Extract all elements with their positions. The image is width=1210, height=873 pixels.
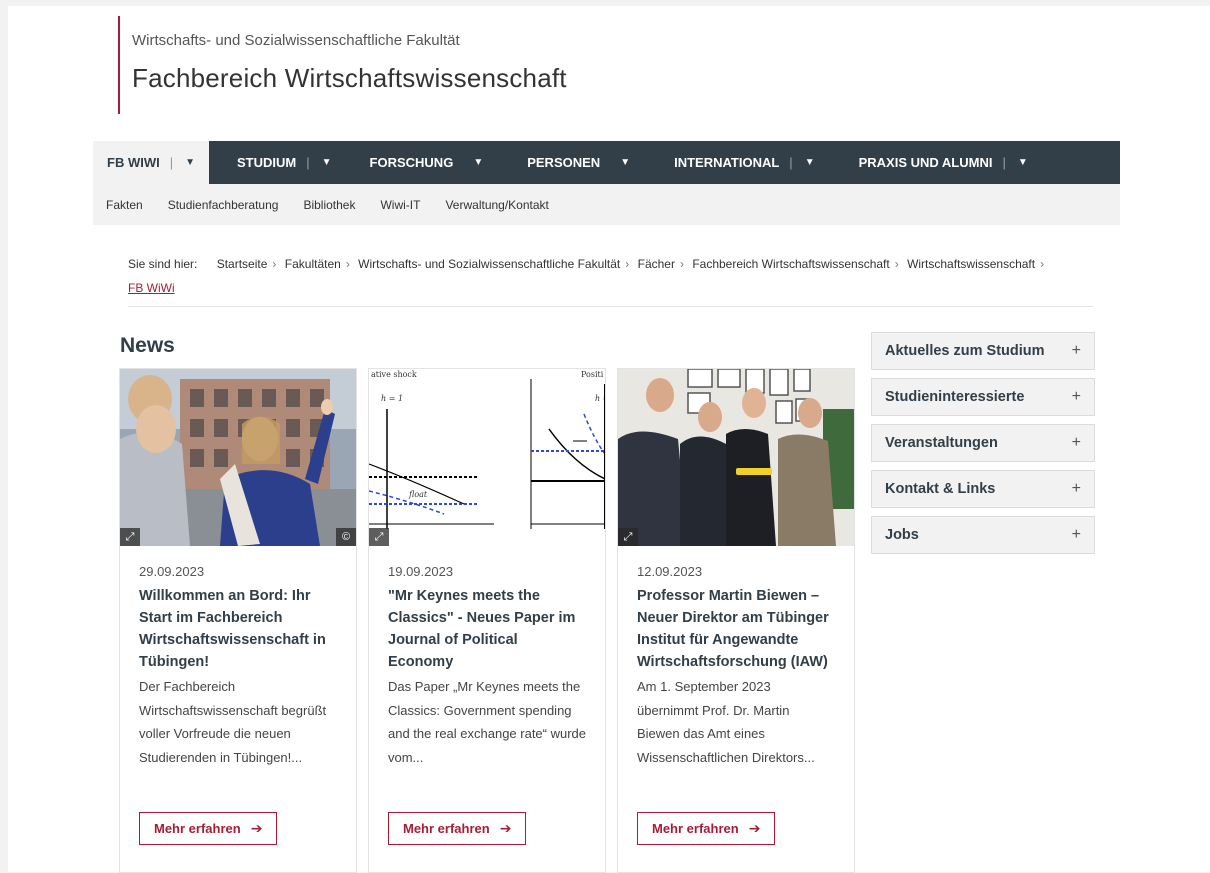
read-more-button[interactable]: Mehr erfahren ➔: [388, 812, 527, 845]
news-title[interactable]: "Mr Keynes meets the Classics" - Neues P…: [388, 585, 586, 673]
breadcrumb-separator: ›: [679, 257, 684, 271]
sub-navigation: Fakten Studienfachberatung Bibliothek Wi…: [93, 184, 1120, 225]
breadcrumb-lead: Sie sind hier:: [128, 257, 198, 271]
accordion-studieninteressierte[interactable]: Studieninteressierte +: [871, 378, 1095, 416]
news-title[interactable]: Professor Martin Biewen – Neuer Direktor…: [637, 585, 835, 673]
news-date: 12.09.2023: [637, 564, 703, 579]
nav-studium[interactable]: STUDIUM | ▼: [223, 141, 346, 184]
accordion-label: Aktuelles zum Studium: [885, 343, 1045, 359]
news-card[interactable]: ⤢ 12.09.2023 Professor Martin Biewen – N…: [617, 368, 855, 873]
breadcrumb-separator: ›: [625, 257, 630, 271]
plus-icon: +: [1071, 388, 1081, 405]
chevron-down-icon[interactable]: ▼: [1018, 157, 1028, 168]
plus-icon: +: [1071, 342, 1081, 359]
chevron-down-icon[interactable]: ▼: [473, 157, 483, 168]
chevron-down-icon[interactable]: ▼: [805, 157, 815, 168]
breadcrumb-current[interactable]: FB WiWi: [128, 281, 175, 295]
expand-icon[interactable]: ⤢: [120, 528, 140, 546]
breadcrumb-separator: ›: [894, 257, 899, 271]
chevron-down-icon[interactable]: ▼: [185, 157, 195, 168]
nav-personen[interactable]: PERSONEN ▼: [513, 141, 644, 184]
plus-icon: +: [1071, 526, 1081, 543]
nav-label: FORSCHUNG: [369, 155, 454, 170]
nav-separator: |: [169, 155, 174, 170]
breadcrumb-separator: ›: [1040, 257, 1045, 271]
breadcrumb-item[interactable]: Wirtschaftswissenschaft: [907, 257, 1035, 271]
accordion-kontakt-links[interactable]: Kontakt & Links +: [871, 470, 1095, 508]
graph-label-float: float: [408, 490, 428, 499]
sidebar-accordion: Aktuelles zum Studium + Studieninteressi…: [871, 332, 1095, 562]
site-header: Wirtschafts- und Sozialwissenschaftliche…: [118, 16, 567, 114]
news-image-students[interactable]: ⤢ ©: [120, 369, 356, 546]
plus-icon: +: [1071, 434, 1081, 451]
news-teaser: Der Fachbereich Wirtschaftswissenschaft …: [139, 679, 327, 765]
graph-label-top-right: Positi: [581, 370, 604, 379]
nav-label: PERSONEN: [527, 155, 601, 170]
graph-label-h2: h =: [595, 394, 605, 403]
subnav-studienfachberatung[interactable]: Studienfachberatung: [168, 198, 279, 212]
nav-separator: |: [1002, 155, 1006, 170]
nav-label: FB WIWI: [107, 155, 160, 170]
nav-praxis-und-alumni[interactable]: PRAXIS UND ALUMNI | ▼: [845, 141, 1042, 184]
nav-fb-wiwi[interactable]: FB WIWI | ▼: [93, 141, 210, 184]
news-title[interactable]: Willkommen an Bord: Ihr Start im Fachber…: [139, 585, 337, 673]
graph-label-top-left: ative shock: [371, 370, 417, 379]
button-label: Mehr erfahren: [154, 821, 241, 836]
arrow-right-icon: ➔: [748, 820, 761, 836]
breadcrumb-separator: ›: [272, 257, 277, 271]
news-date: 19.09.2023: [388, 564, 454, 579]
button-label: Mehr erfahren: [652, 821, 739, 836]
breadcrumb-item[interactable]: Fakultäten: [285, 257, 341, 271]
nav-forschung[interactable]: FORSCHUNG ▼: [356, 141, 498, 184]
nav-international[interactable]: INTERNATIONAL | ▼: [660, 141, 829, 184]
copyright-icon[interactable]: ©: [336, 528, 356, 546]
subnav-verwaltung-kontakt[interactable]: Verwaltung/Kontakt: [445, 198, 548, 212]
news-image-people[interactable]: ⤢: [618, 369, 854, 546]
nav-separator: |: [306, 155, 310, 170]
accordion-label: Studieninteressierte: [885, 389, 1025, 405]
news-list: ⤢ © 29.09.2023 Willkommen an Bord: Ihr S…: [119, 368, 855, 873]
subnav-wiwi-it[interactable]: Wiwi-IT: [380, 198, 420, 212]
breadcrumb: Sie sind hier: Startseite › Fakultäten › W…: [128, 252, 1093, 307]
plus-icon: +: [1071, 480, 1081, 497]
news-teaser: Am 1. September 2023 übernimmt Prof. Dr.…: [637, 679, 815, 765]
accordion-veranstaltungen[interactable]: Veranstaltungen +: [871, 424, 1095, 462]
button-label: Mehr erfahren: [403, 821, 490, 836]
breadcrumb-item[interactable]: Startseite: [217, 257, 268, 271]
graph-label-h1: h = 1: [381, 394, 403, 403]
nav-label: INTERNATIONAL: [674, 155, 780, 170]
arrow-right-icon: ➔: [499, 820, 512, 836]
accordion-label: Jobs: [885, 527, 919, 543]
nav-label: STUDIUM: [237, 155, 297, 170]
news-heading: News: [120, 334, 175, 357]
page: Wirtschafts- und Sozialwissenschaftliche…: [8, 6, 1210, 873]
read-more-button[interactable]: Mehr erfahren ➔: [139, 812, 278, 845]
news-image-graph[interactable]: ative shock Positi h = 1 h = float: [369, 369, 605, 546]
nav-separator: |: [789, 155, 793, 170]
breadcrumb-separator: ›: [345, 257, 350, 271]
subnav-fakten[interactable]: Fakten: [106, 198, 143, 212]
arrow-right-icon: ➔: [250, 820, 263, 836]
expand-icon[interactable]: ⤢: [369, 528, 389, 546]
news-date: 29.09.2023: [139, 564, 205, 579]
main-navigation: FB WIWI | ▼ STUDIUM | ▼ FORSCHUNG ▼ PERS…: [93, 141, 1120, 184]
accordion-jobs[interactable]: Jobs +: [871, 516, 1095, 554]
expand-icon[interactable]: ⤢: [618, 528, 638, 546]
news-card[interactable]: ⤢ © 29.09.2023 Willkommen an Bord: Ihr S…: [119, 368, 357, 873]
breadcrumb-item[interactable]: Fachbereich Wirtschaftswissenschaft: [692, 257, 889, 271]
nav-label: PRAXIS UND ALUMNI: [858, 155, 993, 170]
accordion-label: Veranstaltungen: [885, 435, 998, 451]
accordion-label: Kontakt & Links: [885, 481, 996, 497]
chevron-down-icon[interactable]: ▼: [620, 157, 630, 168]
read-more-button[interactable]: Mehr erfahren ➔: [637, 812, 776, 845]
chevron-down-icon[interactable]: ▼: [322, 157, 332, 168]
breadcrumb-item[interactable]: Fächer: [638, 257, 675, 271]
subnav-bibliothek[interactable]: Bibliothek: [303, 198, 355, 212]
department-title[interactable]: Fachbereich Wirtschaftswissenschaft: [132, 63, 567, 94]
faculty-name[interactable]: Wirtschafts- und Sozialwissenschaftliche…: [132, 32, 567, 49]
accordion-aktuelles-zum-studium[interactable]: Aktuelles zum Studium +: [871, 332, 1095, 370]
news-card[interactable]: ative shock Positi h = 1 h = float: [368, 368, 606, 873]
breadcrumb-item[interactable]: Wirtschafts- und Sozialwissenschaftliche…: [358, 257, 620, 271]
news-teaser: Das Paper „Mr Keynes meets the Classics:…: [388, 679, 587, 765]
